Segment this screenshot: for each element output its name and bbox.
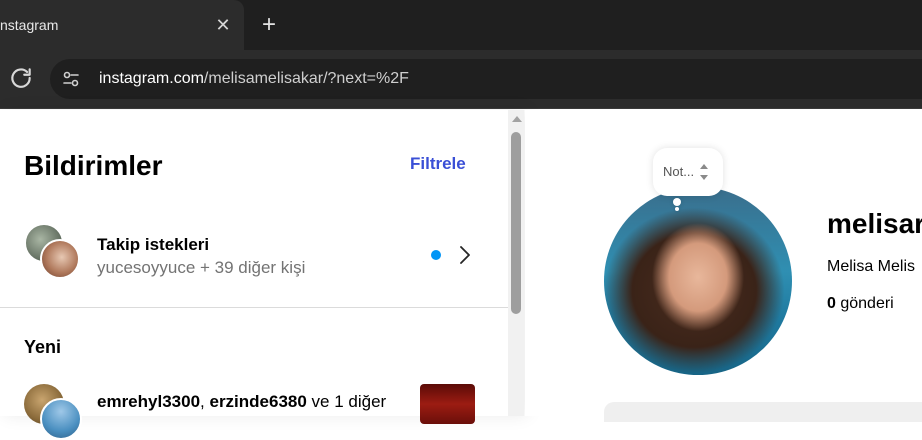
- url-text: instagram.com/melisamelisakar/?next=%2F: [99, 70, 409, 88]
- follow-requests-title: Takip istekleri: [97, 235, 210, 254]
- url-path: /melisamelisakar/?next=%2F: [203, 70, 409, 87]
- avatar: [40, 239, 80, 279]
- notification-item[interactable]: emrehyl3300, erzinde6380 ve 1 diğer: [0, 380, 508, 440]
- profile-full-name: Melisa Melis: [827, 258, 916, 275]
- profile-posts-count: 0 gönderi: [827, 295, 894, 313]
- browser-tab-bar: nstagram ✕ +: [0, 0, 922, 50]
- divider: [0, 307, 508, 308]
- notification-user-2[interactable]: erzinde6380: [209, 392, 306, 411]
- browser-tab[interactable]: nstagram ✕: [0, 0, 244, 50]
- site-info-icon[interactable]: [60, 68, 82, 90]
- notification-text: emrehyl3300, erzinde6380 ve 1 diğer: [97, 392, 386, 412]
- close-tab-icon[interactable]: ✕: [212, 14, 234, 36]
- note-text: Not...: [663, 164, 695, 179]
- section-heading-new: Yeni: [24, 337, 62, 357]
- scroll-up-arrow-icon[interactable]: [512, 116, 522, 122]
- profile-card: [604, 402, 922, 422]
- reload-icon[interactable]: [8, 65, 34, 91]
- follow-requests-row[interactable]: Takip istekleri yucesoyyuce + 39 diğer k…: [0, 215, 508, 305]
- profile-picture[interactable]: [604, 187, 792, 375]
- profile-username: melisar: [827, 208, 922, 239]
- avatar: [40, 398, 82, 440]
- chevron-right-icon: [460, 246, 470, 264]
- posts-number: 0: [827, 295, 836, 312]
- profile-area: Not... melisar Melisa Melis 0 gönderi: [525, 110, 922, 422]
- address-bar[interactable]: instagram.com/melisamelisakar/?next=%2F: [50, 59, 922, 99]
- notification-rest: ve 1 diğer: [306, 392, 387, 411]
- post-thumbnail[interactable]: [420, 384, 475, 424]
- note-expand-icon: [700, 164, 708, 180]
- tab-title: nstagram: [0, 17, 59, 33]
- notification-user-1[interactable]: emrehyl3300: [97, 392, 200, 411]
- follow-requests-subtitle: yucesoyyuce + 39 diğer kişi: [97, 258, 306, 277]
- note-bubble-tail: [675, 207, 679, 211]
- notifications-panel: Bildirimler Filtrele Takip istekleri yuc…: [0, 110, 524, 440]
- notifications-title: Bildirimler: [24, 150, 163, 181]
- browser-toolbar: instagram.com/melisamelisakar/?next=%2F: [0, 50, 922, 109]
- filter-button[interactable]: Filtrele: [410, 154, 466, 174]
- unread-dot: [431, 250, 441, 260]
- note-bubble[interactable]: Not...: [653, 148, 723, 196]
- scrollbar[interactable]: [508, 110, 524, 416]
- note-bubble-tail: [673, 198, 681, 206]
- url-host: instagram.com: [99, 70, 204, 87]
- posts-label: gönderi: [835, 295, 894, 312]
- scrollbar-thumb[interactable]: [511, 132, 521, 314]
- new-tab-icon[interactable]: +: [256, 12, 282, 38]
